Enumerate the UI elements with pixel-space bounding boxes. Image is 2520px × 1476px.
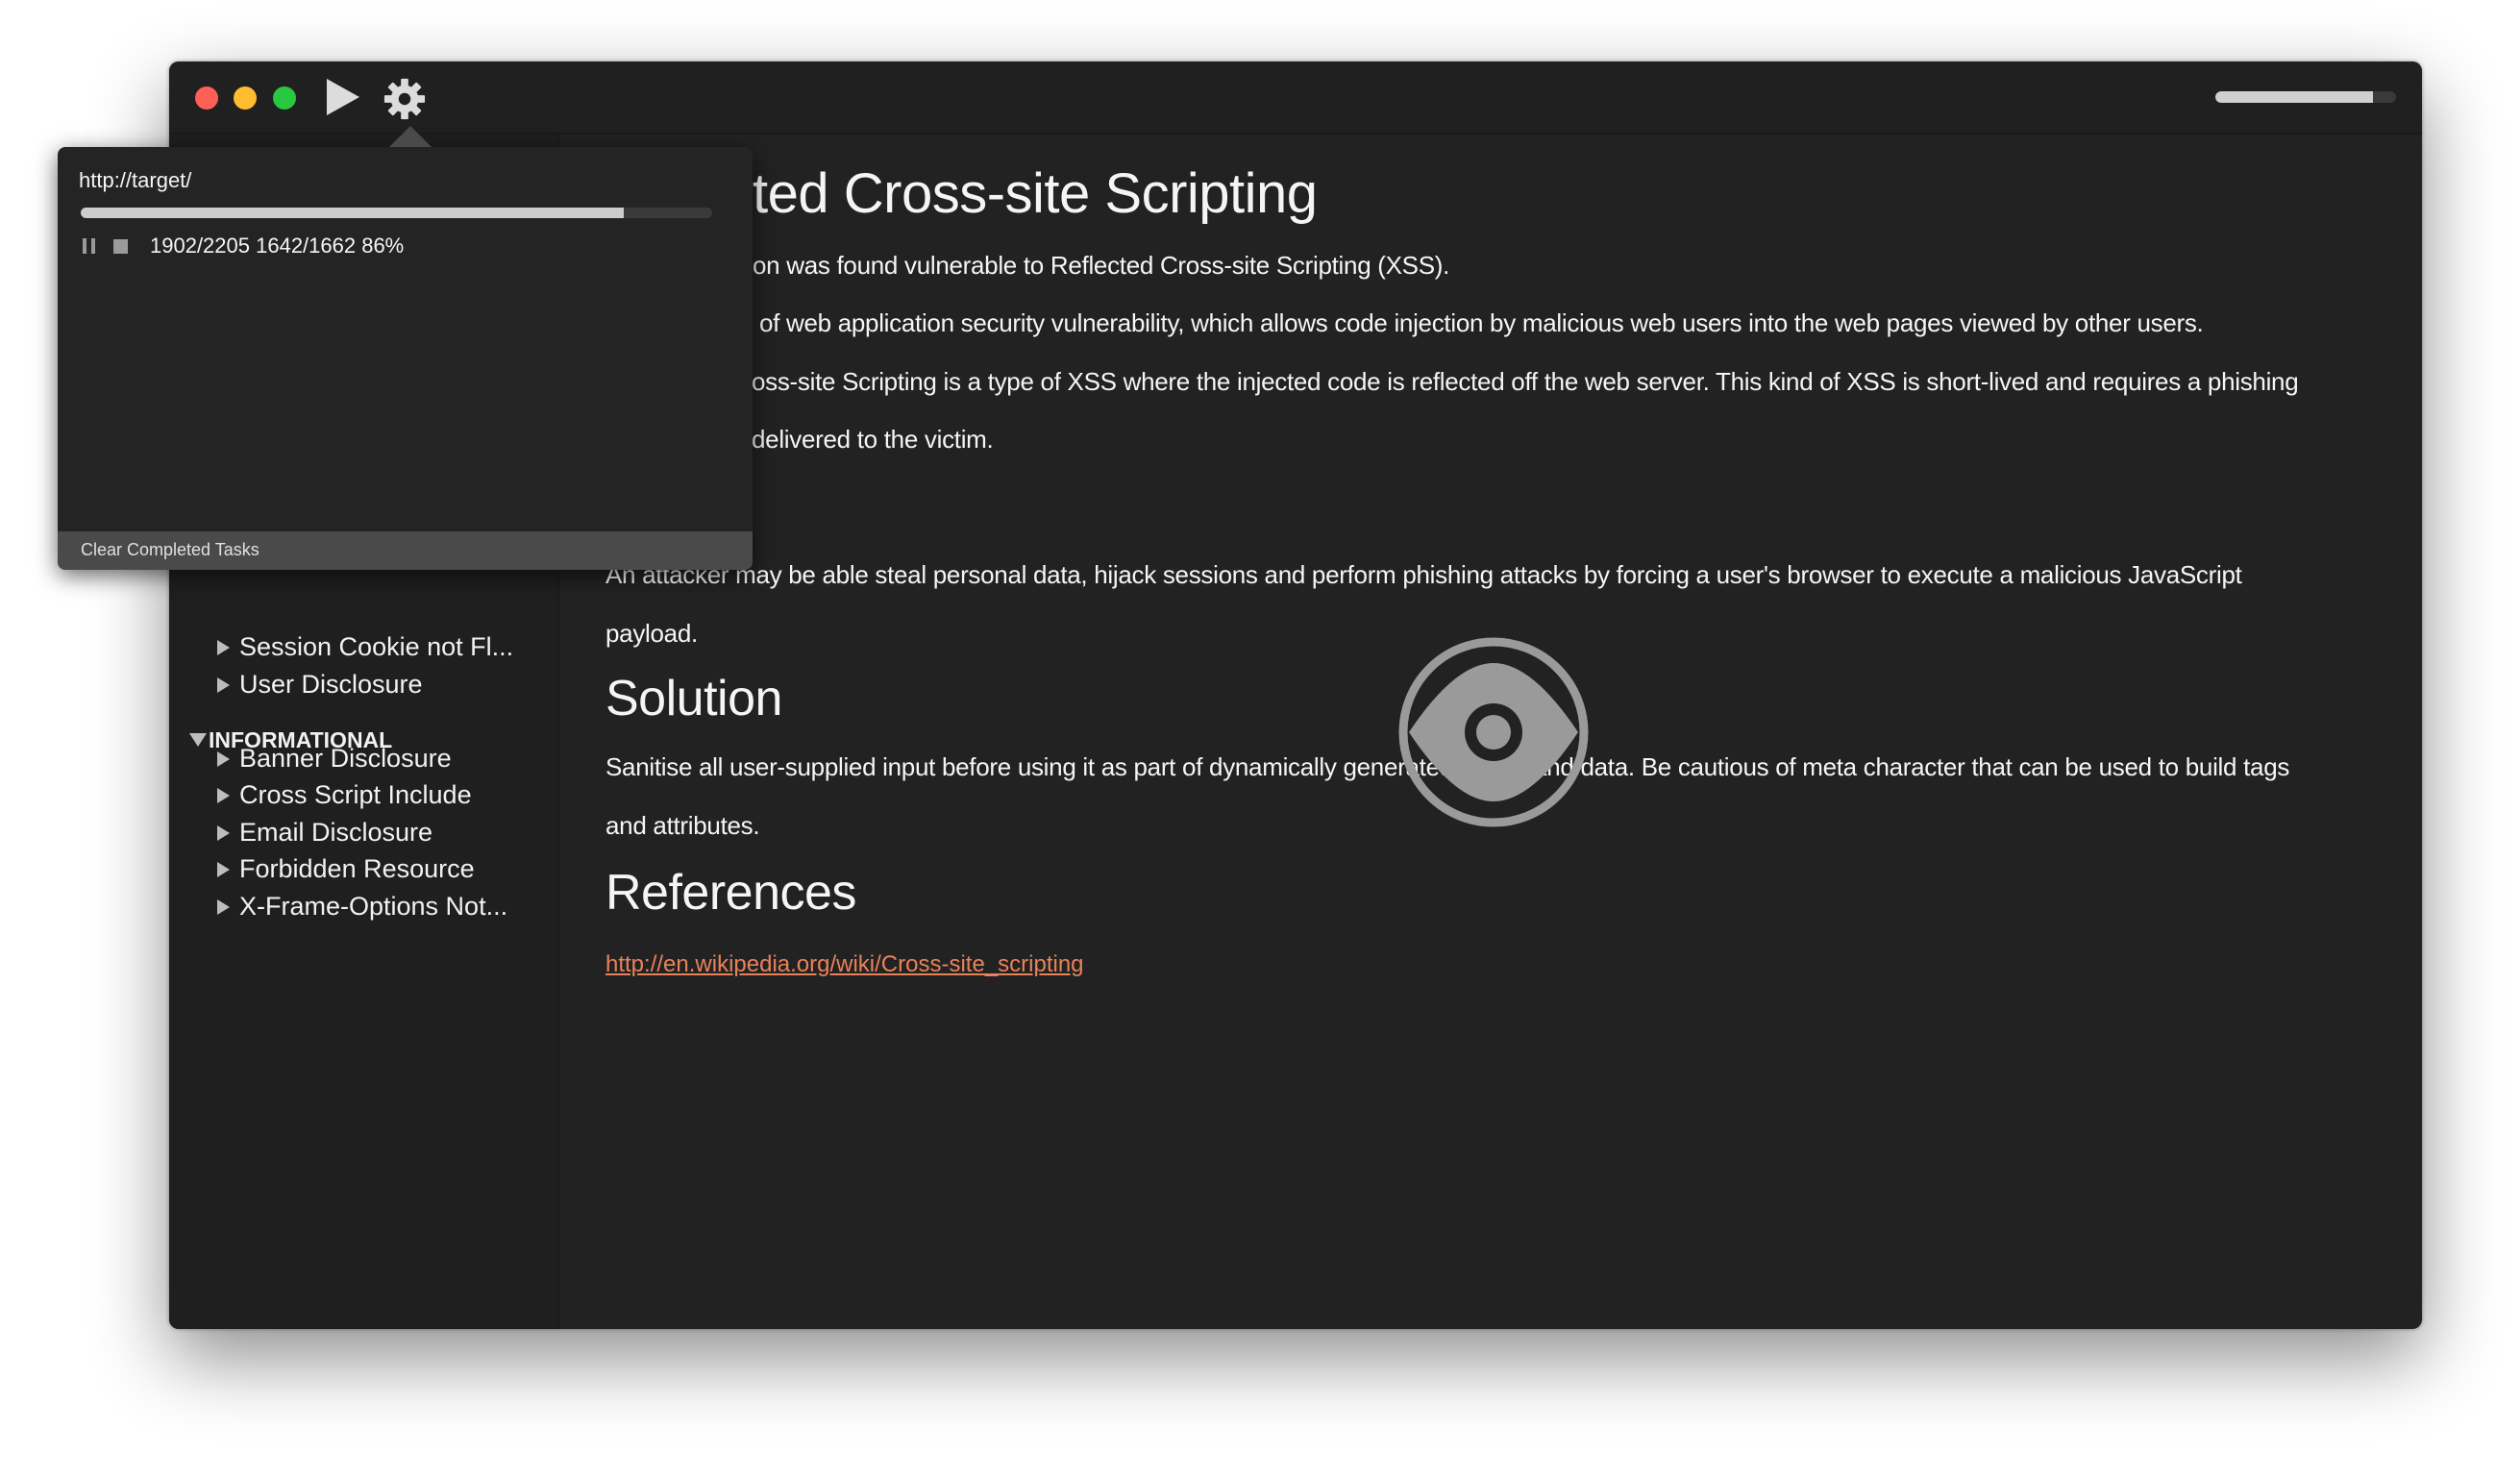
disclosure-triangle-icon[interactable]: [217, 825, 230, 841]
expanded-triangle-icon[interactable]: [189, 733, 207, 747]
disclosure-triangle-icon[interactable]: [217, 640, 230, 655]
tasks-popover: http://target/ 1902/2205 1642/1662 86% C…: [58, 126, 753, 570]
play-icon[interactable]: [327, 79, 359, 115]
zoom-button[interactable]: [273, 86, 296, 110]
sidebar-item-label: X-Frame-Options Not...: [239, 892, 508, 921]
sidebar-item-label: User Disclosure: [239, 670, 423, 699]
solution-line: and attributes.: [605, 811, 760, 840]
gear-icon[interactable]: [383, 77, 427, 121]
sidebar-item-label: Session Cookie not Fl...: [239, 632, 514, 661]
sidebar-item-label: Banner Disclosure: [239, 744, 452, 773]
description-line: on was found vulnerable to Reflected Cro…: [753, 251, 1450, 280]
minimize-button[interactable]: [234, 86, 257, 110]
description-line: oss-site Scripting is a type of XSS wher…: [752, 367, 2299, 396]
close-button[interactable]: [195, 86, 218, 110]
solution-heading: Solution: [605, 671, 782, 726]
references-heading: References: [605, 865, 856, 921]
clear-completed-tasks-label: Clear Completed Tasks: [81, 540, 259, 559]
disclosure-triangle-icon[interactable]: [217, 899, 230, 915]
description-line: delivered to the victim.: [752, 425, 994, 454]
overall-progress-bar: [2215, 91, 2396, 103]
task-progress-bar: [81, 208, 712, 218]
title-bar: [169, 62, 2422, 135]
disclosure-triangle-icon[interactable]: [217, 788, 230, 803]
stop-icon[interactable]: [113, 239, 128, 254]
impact-line: An attacker may be able steal personal d…: [605, 560, 2242, 589]
task-progress-fill: [81, 208, 625, 218]
pause-icon[interactable]: [83, 238, 96, 254]
eye-icon: [1398, 637, 1589, 827]
task-url: http://target/: [79, 168, 192, 192]
disclosure-triangle-icon[interactable]: [217, 677, 230, 693]
description-line: of web application security vulnerabilit…: [759, 308, 2204, 337]
disclosure-triangle-icon[interactable]: [217, 862, 230, 877]
impact-line: payload.: [605, 619, 698, 648]
overall-progress-fill: [2215, 91, 2373, 103]
clear-completed-tasks-button[interactable]: Clear Completed Tasks: [58, 531, 753, 570]
issue-title: ted Cross-site Scripting: [753, 162, 1318, 225]
reference-link[interactable]: http://en.wikipedia.org/wiki/Cross-site_…: [605, 951, 1084, 978]
task-stats: 1902/2205 1642/1662 86%: [150, 234, 405, 258]
sidebar-item-label: Cross Script Include: [239, 780, 472, 809]
popover-arrow: [389, 126, 432, 147]
disclosure-triangle-icon[interactable]: [217, 751, 230, 767]
sidebar-item-label: Forbidden Resource: [239, 854, 475, 883]
sidebar-item-label: Email Disclosure: [239, 818, 433, 847]
